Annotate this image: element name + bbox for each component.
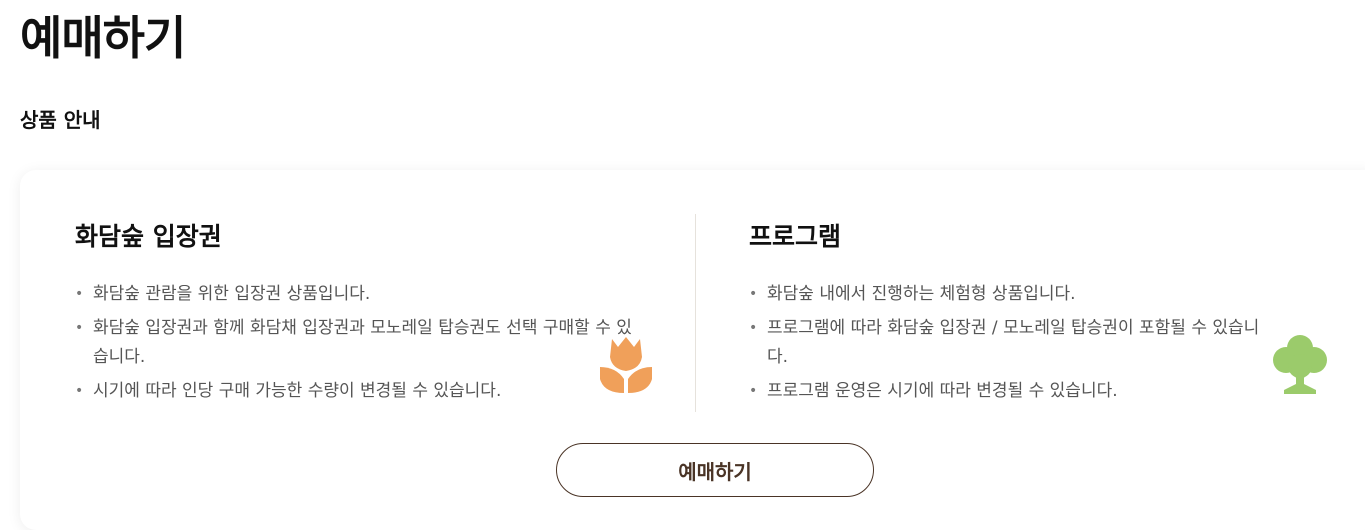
list-item-text: 화담숲 관람을 위한 입장권 상품입니다.: [93, 284, 371, 304]
tree-icon: [1273, 335, 1327, 394]
product-description-list: • 화담숲 내에서 진행하는 체험형 상품입니다. • 프로그램에 따라 화담숲 입…: [749, 280, 1269, 406]
column-divider: [695, 214, 696, 412]
list-item: • 프로그램에 따라 화담숲 입장권 / 모노레일 탑승권이 포함될 수 있습니다…: [749, 314, 1269, 372]
product-title: 화담숲 입장권: [75, 222, 222, 251]
list-item-text: 화담숲 내에서 진행하는 체험형 상품입니다.: [767, 284, 1076, 304]
product-description-list: • 화담숲 관람을 위한 입장권 상품입니다. • 화담숲 입장권과 함께 화담채 …: [75, 280, 635, 406]
bullet-icon: •: [749, 383, 758, 399]
bullet-icon: •: [749, 320, 758, 336]
list-item: • 화담숲 관람을 위한 입장권 상품입니다.: [75, 280, 635, 309]
section-title: 상품 안내: [20, 108, 101, 132]
list-item: • 프로그램 운영은 시기에 따라 변경될 수 있습니다.: [749, 377, 1269, 406]
list-item-text: 프로그램 운영은 시기에 따라 변경될 수 있습니다.: [767, 381, 1118, 401]
bullet-icon: •: [75, 286, 84, 302]
list-item-text: 시기에 따라 인당 구매 가능한 수량이 변경될 수 있습니다.: [93, 381, 502, 401]
product-program: 프로그램 • 화담숲 내에서 진행하는 체험형 상품입니다. • 프로그램에 따라 …: [749, 216, 1269, 411]
tulip-icon: [600, 337, 652, 393]
product-admission-ticket: 화담숲 입장권 • 화담숲 관람을 위한 입장권 상품입니다. • 화담숲 입장권과…: [75, 216, 635, 411]
page-title: 예매하기: [20, 11, 186, 65]
bullet-icon: •: [75, 320, 84, 336]
list-item-text: 화담숲 입장권과 함께 화담채 입장권과 모노레일 탑승권도 선택 구매할 수 …: [93, 318, 632, 367]
book-button[interactable]: 예매하기: [556, 443, 874, 497]
list-item: • 화담숲 내에서 진행하는 체험형 상품입니다.: [749, 280, 1269, 309]
product-info-card: 화담숲 입장권 • 화담숲 관람을 위한 입장권 상품입니다. • 화담숲 입장권과…: [20, 170, 1365, 530]
bullet-icon: •: [75, 383, 84, 399]
list-item: • 시기에 따라 인당 구매 가능한 수량이 변경될 수 있습니다.: [75, 377, 635, 406]
product-title: 프로그램: [749, 222, 842, 251]
bullet-icon: •: [749, 286, 758, 302]
list-item-text: 프로그램에 따라 화담숲 입장권 / 모노레일 탑승권이 포함될 수 있습니다.: [767, 318, 1260, 367]
list-item: • 화담숲 입장권과 함께 화담채 입장권과 모노레일 탑승권도 선택 구매할 수…: [75, 314, 635, 372]
